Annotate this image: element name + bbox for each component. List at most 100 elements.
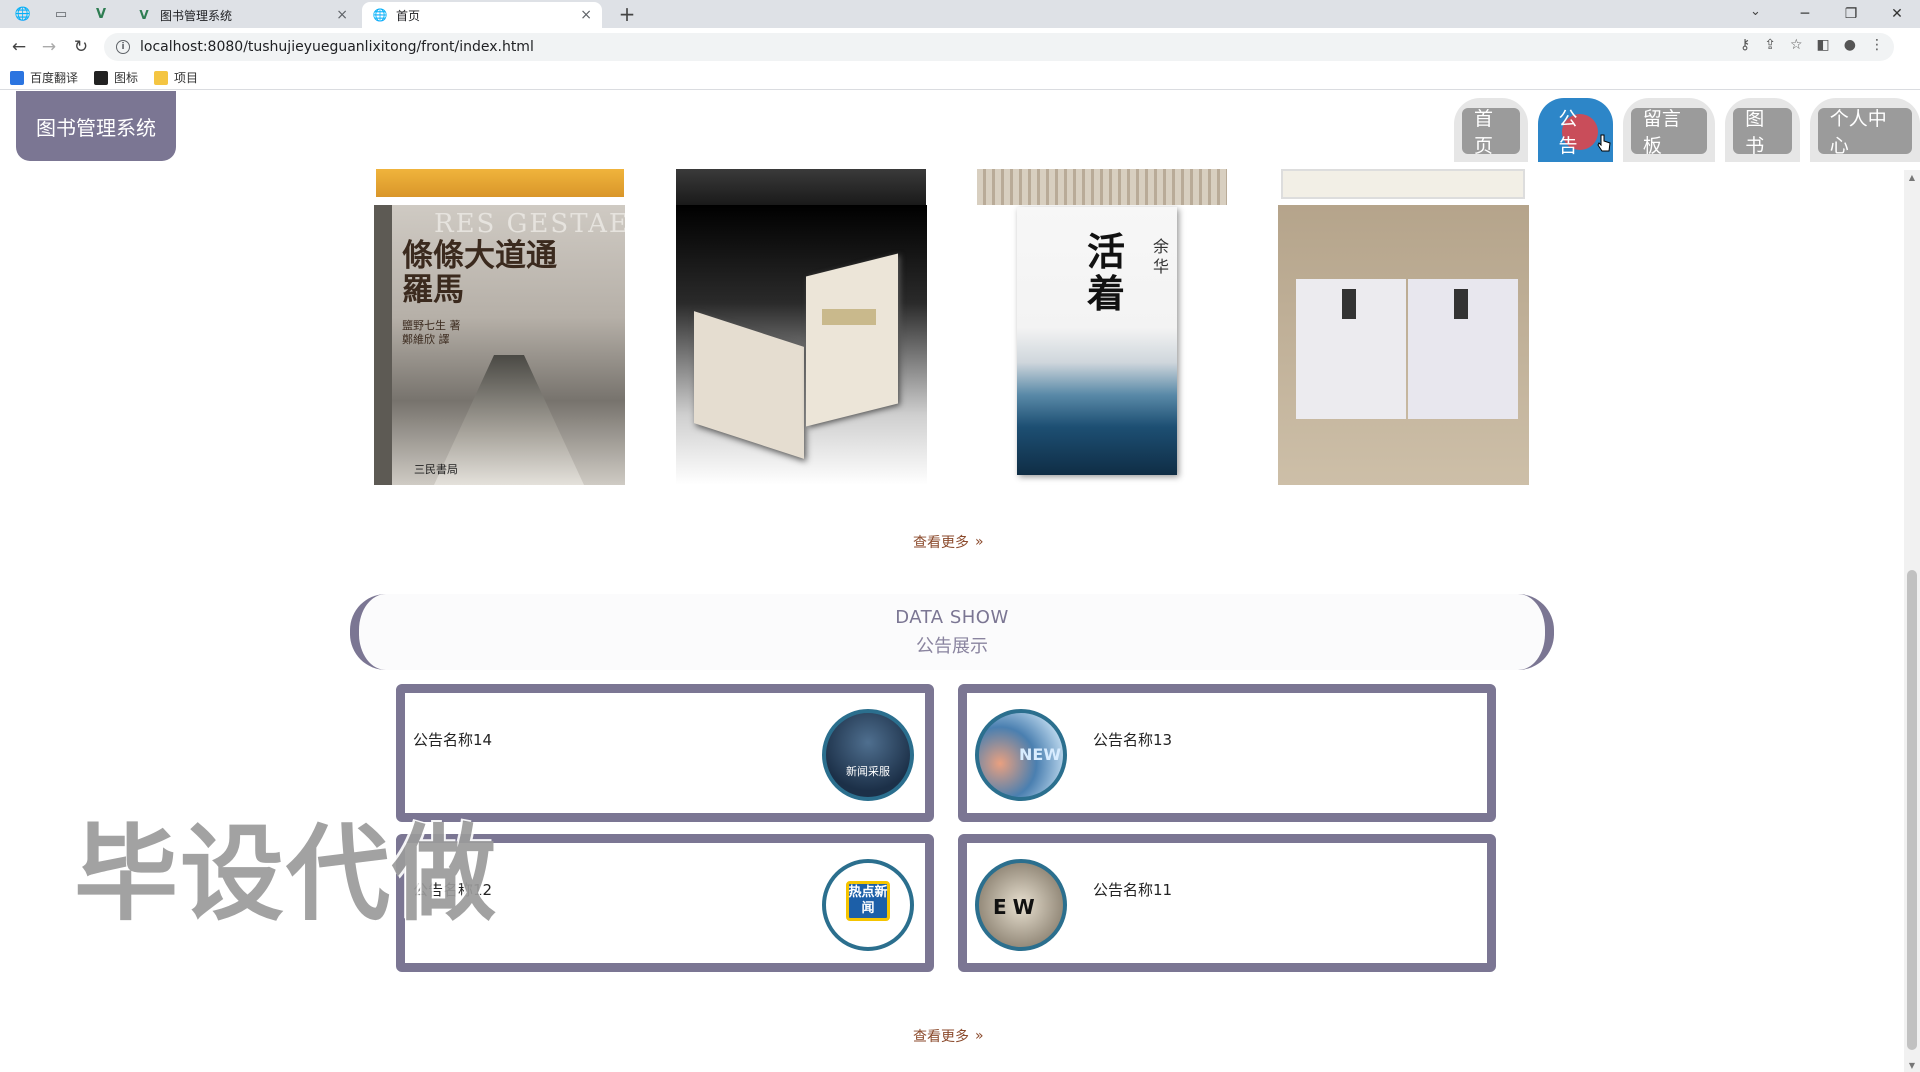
key-icon[interactable]: ⚷ <box>1740 37 1750 53</box>
site-logo[interactable]: 图书管理系统 <box>16 91 176 161</box>
books-more-link[interactable]: 查看更多 » <box>913 532 984 552</box>
double-chevron-right-icon: » <box>975 534 984 550</box>
notices-more-link[interactable]: 查看更多 » <box>913 1026 984 1046</box>
bookmark-baidu-translate[interactable]: 百度翻译 <box>10 69 78 86</box>
tab-title: 首页 <box>396 8 421 23</box>
hand-cursor-icon <box>1597 134 1611 152</box>
blank-tab-icon[interactable]: ▭ <box>52 5 70 23</box>
notice-section-banner: DATA SHOW 公告展示 <box>350 594 1554 670</box>
nav-label: 图书 <box>1745 108 1765 157</box>
picture-icon <box>94 70 109 85</box>
minimize-icon[interactable]: ─ <box>1782 0 1828 28</box>
thumbnail-text: 新闻采服 <box>846 765 890 778</box>
book-box-right <box>806 253 898 427</box>
double-chevron-right-icon: » <box>975 1028 984 1044</box>
globe-icon: 🌐 <box>372 8 388 22</box>
book-cover[interactable]: RES GESTAE POPULI ROMANI 條條大道通羅馬 鹽野七生 著 … <box>374 205 625 485</box>
book-cover-translator: 鄭維欣 譯 <box>402 333 450 346</box>
notice-title[interactable]: 公告名称11 <box>1093 879 1172 900</box>
section-title-en: DATA SHOW <box>895 606 1009 628</box>
back-icon[interactable]: ← <box>8 36 30 58</box>
new-tab-button[interactable]: + <box>614 2 640 26</box>
nav-books[interactable]: 图书 <box>1725 98 1800 162</box>
more-label: 查看更多 <box>913 1029 969 1045</box>
bookmark-label: 图标 <box>114 71 139 85</box>
thumbnail-text: EW <box>993 895 1041 919</box>
section-title-zh: 公告展示 <box>916 635 988 657</box>
more-label: 查看更多 <box>913 535 969 551</box>
nav-label: 首页 <box>1474 108 1494 157</box>
scroll-up-icon[interactable]: ▲ <box>1904 170 1920 184</box>
browser-toolbar: ← → ↻ i localhost:8080/tushujieyueguanli… <box>0 28 1920 66</box>
book-emblem <box>1454 289 1468 319</box>
main-nav: 首页 公告 留言板 图书 个人中心 <box>1454 98 1920 162</box>
book-cover[interactable] <box>676 205 927 485</box>
notice-title[interactable]: 公告名称14 <box>413 729 492 750</box>
folder-icon <box>154 70 169 85</box>
tab-library-system[interactable]: V 图书管理系统 × <box>126 2 358 28</box>
thumbnail-text: 热点新闻 <box>848 885 888 916</box>
info-icon[interactable]: i <box>116 40 130 54</box>
nav-message-board[interactable]: 留言板 <box>1622 98 1716 162</box>
book-image-strip[interactable] <box>977 169 1227 205</box>
page-scrollbar[interactable]: ▲ ▼ <box>1904 170 1920 1072</box>
profile-icon[interactable]: ● <box>1844 37 1856 53</box>
nav-personal-center[interactable]: 个人中心 <box>1809 98 1920 162</box>
book-cover-author: 余华 <box>1153 237 1170 276</box>
watermark-text: 毕设代做 <box>74 813 499 935</box>
bookmark-label: 百度翻译 <box>30 71 79 85</box>
bookmark-icons[interactable]: 图标 <box>94 69 138 86</box>
restore-icon[interactable]: ❐ <box>1828 0 1874 28</box>
address-bar-actions: ⚷ ⇪ ☆ ◧ ● ⋮ <box>1740 37 1884 53</box>
page-viewport: 图书管理系统 首页 公告 留言板 图书 个人中心 RES GESTAE POPU… <box>0 91 1920 1072</box>
nav-notice[interactable]: 公告 <box>1538 98 1613 162</box>
book-image-strip[interactable] <box>376 169 624 197</box>
vue-icon[interactable]: V <box>92 5 110 23</box>
notice-card[interactable]: NEW 公告名称13 <box>958 684 1496 822</box>
book-image-strip[interactable] <box>676 169 926 205</box>
nav-label: 公告 <box>1558 108 1578 157</box>
notice-thumbnail[interactable]: NEW <box>975 709 1067 801</box>
address-bar[interactable]: i localhost:8080/tushujieyueguanlixitong… <box>104 33 1894 61</box>
bookmarks-bar: 百度翻译 图标 项目 <box>0 66 1920 90</box>
book-cover-title: 條條大道通羅馬 <box>402 238 557 308</box>
book-emblem <box>1342 289 1356 319</box>
book-cover-publisher: 三民書局 <box>414 463 458 476</box>
notice-title[interactable]: 公告名称13 <box>1093 729 1172 750</box>
share-icon[interactable]: ⇪ <box>1764 37 1776 53</box>
tab-title: 图书管理系统 <box>160 8 233 23</box>
book-cover[interactable] <box>1278 205 1529 485</box>
scroll-down-icon[interactable]: ▼ <box>1904 1058 1920 1072</box>
close-icon[interactable]: × <box>580 7 592 23</box>
book-image-strip[interactable] <box>1281 169 1525 199</box>
book-spine <box>374 205 392 485</box>
notice-card[interactable]: EW 公告名称11 <box>958 834 1496 972</box>
notice-thumbnail[interactable]: 热点新闻 <box>822 859 914 951</box>
translate-icon <box>10 70 24 85</box>
window-controls: ─ ❐ ✕ <box>1782 0 1920 28</box>
close-icon[interactable]: × <box>336 7 348 23</box>
sidebar-icon[interactable]: ◧ <box>1817 37 1830 53</box>
forward-icon[interactable]: → <box>38 36 60 58</box>
close-window-icon[interactable]: ✕ <box>1874 0 1920 28</box>
book-cover-overlay-text: RES GESTAE POPULI ROMANI <box>434 209 625 239</box>
browser-tab-bar: 🌐 ▭ V V 图书管理系统 × 🌐 首页 × + ⌄ ─ ❐ ✕ <box>0 0 1920 28</box>
nav-home[interactable]: 首页 <box>1454 98 1529 162</box>
menu-icon[interactable]: ⋮ <box>1870 37 1884 53</box>
vue-icon: V <box>139 8 149 22</box>
bookmark-label: 项目 <box>174 71 199 85</box>
book-box-left <box>694 311 804 459</box>
globe-icon[interactable]: 🌐 <box>14 5 32 23</box>
reload-icon[interactable]: ↻ <box>70 36 92 58</box>
book-cover[interactable]: 活着 余华 <box>977 205 1228 485</box>
star-icon[interactable]: ☆ <box>1790 37 1803 53</box>
url-text[interactable]: localhost:8080/tushujieyueguanlixitong/f… <box>140 39 534 55</box>
notice-thumbnail[interactable]: 新闻采服 <box>822 709 914 801</box>
bookmark-project[interactable]: 项目 <box>154 69 198 86</box>
tab-home[interactable]: 🌐 首页 × <box>362 2 602 28</box>
notice-thumbnail[interactable]: EW <box>975 859 1067 951</box>
scroll-thumb[interactable] <box>1907 570 1917 1050</box>
nav-label: 留言板 <box>1642 108 1681 157</box>
nav-label: 个人中心 <box>1829 108 1887 157</box>
chevron-down-icon[interactable]: ⌄ <box>1750 4 1761 19</box>
